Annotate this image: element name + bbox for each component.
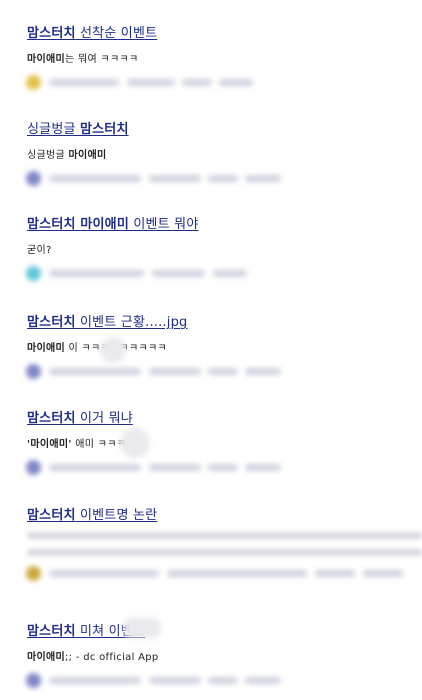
redaction-blur: [120, 428, 150, 458]
meta-author-blur: [49, 677, 141, 684]
meta-author-blur: [49, 464, 141, 471]
result-snippet: 싱글벙글 마이애미: [27, 146, 422, 161]
title-text: 이벤트 뭐야: [129, 217, 199, 232]
result-snippet: 굳이?: [27, 241, 422, 256]
meta-date-blur: [245, 175, 281, 182]
meta-count-blur: [208, 464, 238, 471]
snippet-text: 싱글벙글: [27, 150, 69, 161]
result-snippet: 마이애미;; - dc official App: [27, 648, 422, 663]
result-title-link[interactable]: 맘스터치 이벤트명 논란: [27, 504, 157, 523]
meta-count-blur: [208, 368, 238, 375]
title-keyword: 맘스터치: [27, 508, 76, 523]
meta-source-blur: [149, 175, 201, 182]
result-title-link[interactable]: 맘스터치 마이애미 이벤트 뭐야: [27, 213, 198, 232]
result-item: 싱글벙글 맘스터치 싱글벙글 마이애미: [26, 118, 422, 187]
meta-source-blur: [127, 79, 175, 86]
title-keyword: 맘스터치 마이애미: [27, 217, 130, 232]
meta-count-blur: [177, 270, 205, 277]
result-meta-blurred: [26, 673, 422, 689]
snippet-keyword: 마이애미: [27, 54, 65, 65]
result-meta-blurred: [26, 460, 422, 476]
title-text: 이벤트명 논란: [75, 508, 158, 523]
snippet-line-blur: [27, 532, 422, 539]
meta-count-blur: [208, 677, 238, 684]
meta-source-blur: [149, 677, 201, 684]
result-title-link[interactable]: 맘스터치 선착순 이벤트: [27, 22, 157, 41]
author-avatar: [26, 266, 41, 281]
meta-date-blur: [363, 570, 403, 577]
redaction-blur: [100, 337, 126, 363]
meta-source-blur: [149, 368, 201, 375]
snippet-keyword: 마이애미: [68, 150, 107, 161]
meta-count-blur: [315, 570, 355, 577]
result-meta-blurred: [26, 75, 422, 91]
meta-author-blur: [49, 270, 144, 277]
meta-date-blur: [245, 677, 281, 684]
title-keyword: 맘스터치: [27, 26, 76, 41]
title-keyword: 맘스터치: [27, 411, 76, 426]
snippet-text: 는 뭐여 ㅋㅋㅋㅋ: [65, 54, 139, 65]
meta-source-blur: [167, 570, 307, 577]
meta-date-blur: [219, 79, 253, 86]
result-meta-blurred: [26, 364, 422, 380]
snippet-line-blur: [27, 549, 422, 556]
snippet-keyword: '마이애미': [27, 439, 72, 450]
title-text: 이벤트 근황.....jpg: [75, 315, 188, 330]
author-avatar: [26, 460, 41, 475]
meta-date-blur: [245, 464, 281, 471]
snippet-text: ;; - dc official App: [65, 652, 159, 663]
title-keyword: 맘스터치: [27, 624, 76, 639]
snippet-text: 굳이?: [27, 245, 52, 256]
search-results: 맘스터치 선착순 이벤트 마이애미는 뭐여 ㅋㅋㅋㅋ 싱글벙글 맘스터치 싱글벙…: [0, 0, 422, 700]
meta-author-blur: [49, 368, 141, 375]
result-snippet: '마이애미' 애미 ㅋㅋㅋㅋ: [27, 435, 422, 450]
author-avatar: [26, 364, 41, 379]
snippet-keyword: 마이애미: [27, 652, 65, 663]
result-item: 맘스터치 이벤트 근황.....jpg 마이애미 이 ㅋㅋㅋㅋㅋㅋㅋㅋㅋ: [26, 311, 422, 380]
redaction-blur: [124, 618, 160, 638]
meta-author-blur: [49, 570, 159, 577]
meta-date-blur: [213, 270, 247, 277]
author-avatar: [26, 673, 41, 688]
meta-date-blur: [245, 368, 281, 375]
title-text: 선착순 이벤트: [75, 26, 158, 41]
title-text: 이거 뭐냐: [75, 411, 133, 426]
result-snippet-blurred: [27, 532, 422, 556]
result-meta-blurred: [26, 171, 422, 187]
result-title-link[interactable]: 싱글벙글 맘스터치: [27, 118, 129, 137]
result-snippet: 마이애미는 뭐여 ㅋㅋㅋㅋ: [27, 50, 422, 65]
meta-count-blur: [208, 175, 238, 182]
result-meta-blurred: [26, 566, 422, 582]
result-item: 맘스터치 미쳐 이벤트 마이애미;; - dc official App: [26, 620, 422, 689]
meta-count-blur: [182, 79, 212, 86]
result-item: 맘스터치 이벤트명 논란: [26, 504, 422, 582]
author-avatar: [26, 171, 41, 186]
author-avatar: [26, 566, 41, 581]
snippet-keyword: 마이애미: [27, 343, 65, 354]
result-item: 맘스터치 마이애미 이벤트 뭐야 굳이?: [26, 213, 422, 282]
meta-author-blur: [49, 79, 119, 86]
author-avatar: [26, 75, 41, 90]
result-title-link[interactable]: 맘스터치 이벤트 근황.....jpg: [27, 311, 187, 330]
result-title-link[interactable]: 맘스터치 이거 뭐냐: [27, 407, 133, 426]
title-keyword: 맘스터치: [27, 315, 76, 330]
result-meta-blurred: [26, 266, 422, 282]
meta-author-blur: [49, 175, 141, 182]
title-text: 싱글벙글: [27, 122, 80, 137]
title-keyword: 맘스터치: [79, 122, 129, 137]
result-item: 맘스터치 선착순 이벤트 마이애미는 뭐여 ㅋㅋㅋㅋ: [26, 22, 422, 91]
result-snippet: 마이애미 이 ㅋㅋㅋㅋㅋㅋㅋㅋㅋ: [27, 339, 422, 354]
meta-source-blur: [149, 464, 201, 471]
result-item: 맘스터치 이거 뭐냐 '마이애미' 애미 ㅋㅋㅋㅋ: [26, 407, 422, 476]
